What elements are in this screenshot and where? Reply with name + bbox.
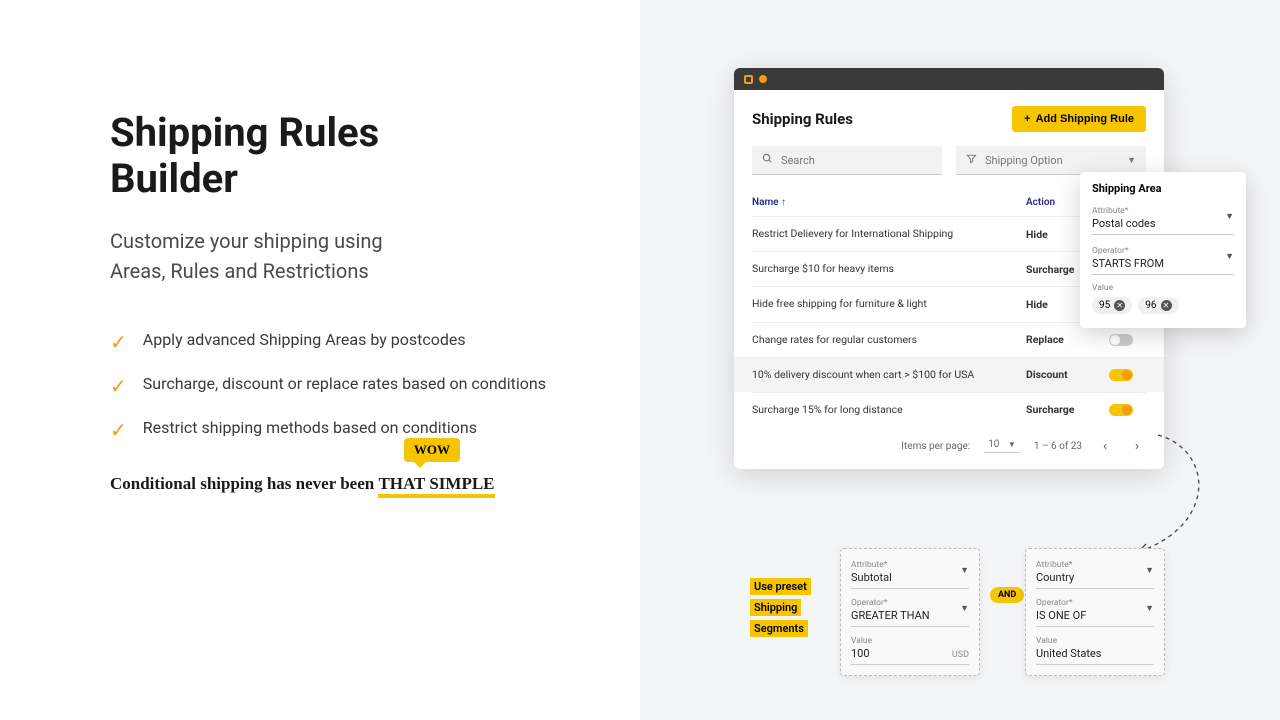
chip-remove-icon[interactable]: ✕ xyxy=(1161,300,1172,311)
chevron-down-icon: ▼ xyxy=(1145,603,1154,614)
attribute-select[interactable]: Attribute* Postal codes ▼ xyxy=(1092,203,1234,235)
check-icon: ✓ xyxy=(110,418,127,442)
window-control-icon xyxy=(744,75,753,84)
feature-item: ✓ Restrict shipping methods based on con… xyxy=(110,416,580,442)
pagination: Items per page: 10 ▼ 1 – 6 of 23 ‹ › xyxy=(752,427,1146,459)
operator-select[interactable]: Operator* IS ONE OF ▼ xyxy=(1036,595,1154,627)
hero-subtitle: Customize your shipping using Areas, Rul… xyxy=(110,226,580,286)
feature-item: ✓ Apply advanced Shipping Areas by postc… xyxy=(110,328,580,354)
sort-asc-icon: ↑ xyxy=(781,197,786,208)
items-per-page-label: Items per page: xyxy=(901,441,970,452)
chevron-down-icon: ▼ xyxy=(1225,251,1234,262)
preview-panel: Shipping Rules + Add Shipping Rule Searc… xyxy=(640,0,1280,720)
feature-text: Restrict shipping methods based on condi… xyxy=(143,416,477,440)
value-field[interactable]: Value 95✕ 96✕ xyxy=(1092,283,1234,314)
operator-select[interactable]: Operator* GREATER THAN ▼ xyxy=(851,595,969,627)
feature-text: Apply advanced Shipping Areas by postcod… xyxy=(143,328,466,352)
shipping-option-filter[interactable]: Shipping Option ▼ xyxy=(956,146,1146,175)
rule-action: Discount xyxy=(1026,368,1096,381)
rule-name: Surcharge $10 for heavy items xyxy=(752,262,1026,276)
window-titlebar xyxy=(734,68,1164,90)
chevron-down-icon: ▼ xyxy=(960,603,969,614)
rule-name: Surcharge 15% for long distance xyxy=(752,403,1026,417)
chevron-down-icon: ▼ xyxy=(1127,155,1136,166)
hero-panel: Shipping Rules Builder Customize your sh… xyxy=(0,0,640,720)
chevron-down-icon: ▼ xyxy=(1225,211,1234,222)
status-toggle[interactable] xyxy=(1109,334,1133,346)
popup-title: Shipping Area xyxy=(1092,182,1234,195)
check-icon: ✓ xyxy=(110,330,127,354)
rule-action: Replace xyxy=(1026,333,1096,346)
chevron-down-icon: ▼ xyxy=(1008,440,1016,449)
hero-title: Shipping Rules Builder xyxy=(110,110,580,202)
feature-item: ✓ Surcharge, discount or replace rates b… xyxy=(110,372,580,398)
rule-name: Change rates for regular customers xyxy=(752,333,1026,347)
status-toggle[interactable] xyxy=(1109,404,1133,416)
segment-card: Attribute* Country ▼ Operator* IS ONE OF… xyxy=(1025,548,1165,676)
plus-icon: + xyxy=(1024,113,1030,125)
chevron-down-icon: ▼ xyxy=(960,565,969,576)
filter-icon xyxy=(966,153,977,167)
preset-label: Use preset Shipping Segments xyxy=(750,575,811,638)
attribute-select[interactable]: Attribute* Subtotal ▼ xyxy=(851,557,969,589)
wow-badge: WOW xyxy=(404,438,460,462)
operator-select[interactable]: Operator* STARTS FROM ▼ xyxy=(1092,243,1234,275)
check-icon: ✓ xyxy=(110,374,127,398)
and-operator-badge: AND xyxy=(990,587,1024,603)
rule-name: Restrict Delievery for International Shi… xyxy=(752,227,1026,241)
shipping-area-popup: Shipping Area Attribute* Postal codes ▼ … xyxy=(1080,172,1246,328)
chevron-down-icon: ▼ xyxy=(1145,565,1154,576)
chip-remove-icon[interactable]: ✕ xyxy=(1114,300,1125,311)
page-range: 1 – 6 of 23 xyxy=(1034,441,1082,452)
segment-card: Attribute* Subtotal ▼ Operator* GREATER … xyxy=(840,548,980,676)
chip: 96✕ xyxy=(1138,297,1178,314)
add-shipping-rule-button[interactable]: + Add Shipping Rule xyxy=(1012,106,1146,132)
value-input[interactable]: Value 100 USD xyxy=(851,633,969,665)
hero-title-line1: Shipping Rules xyxy=(110,109,379,156)
status-toggle[interactable] xyxy=(1109,369,1133,381)
table-row[interactable]: 10% delivery discount when cart > $100 f… xyxy=(734,357,1164,392)
rule-name: Hide free shipping for furniture & light xyxy=(752,297,1026,311)
attribute-select[interactable]: Attribute* Country ▼ xyxy=(1036,557,1154,589)
chip: 95✕ xyxy=(1092,297,1132,314)
rule-name: 10% delivery discount when cart > $100 f… xyxy=(752,368,1026,382)
connector-arrow xyxy=(1108,430,1228,560)
window-control-icon xyxy=(759,75,767,83)
column-name[interactable]: Name ↑ xyxy=(752,197,1026,208)
value-input[interactable]: Value United States xyxy=(1036,633,1154,665)
page-title: Shipping Rules xyxy=(752,110,853,128)
search-icon xyxy=(762,153,773,167)
table-row[interactable]: Surcharge 15% for long distanceSurcharge xyxy=(752,392,1146,427)
rule-action: Surcharge xyxy=(1026,403,1096,416)
hero-title-line2: Builder xyxy=(110,155,238,202)
items-per-page-select[interactable]: 10 ▼ xyxy=(984,439,1020,453)
feature-text: Surcharge, discount or replace rates bas… xyxy=(143,372,546,396)
search-input[interactable]: Search xyxy=(752,146,942,175)
tagline: WOW Conditional shipping has never been … xyxy=(110,474,580,494)
